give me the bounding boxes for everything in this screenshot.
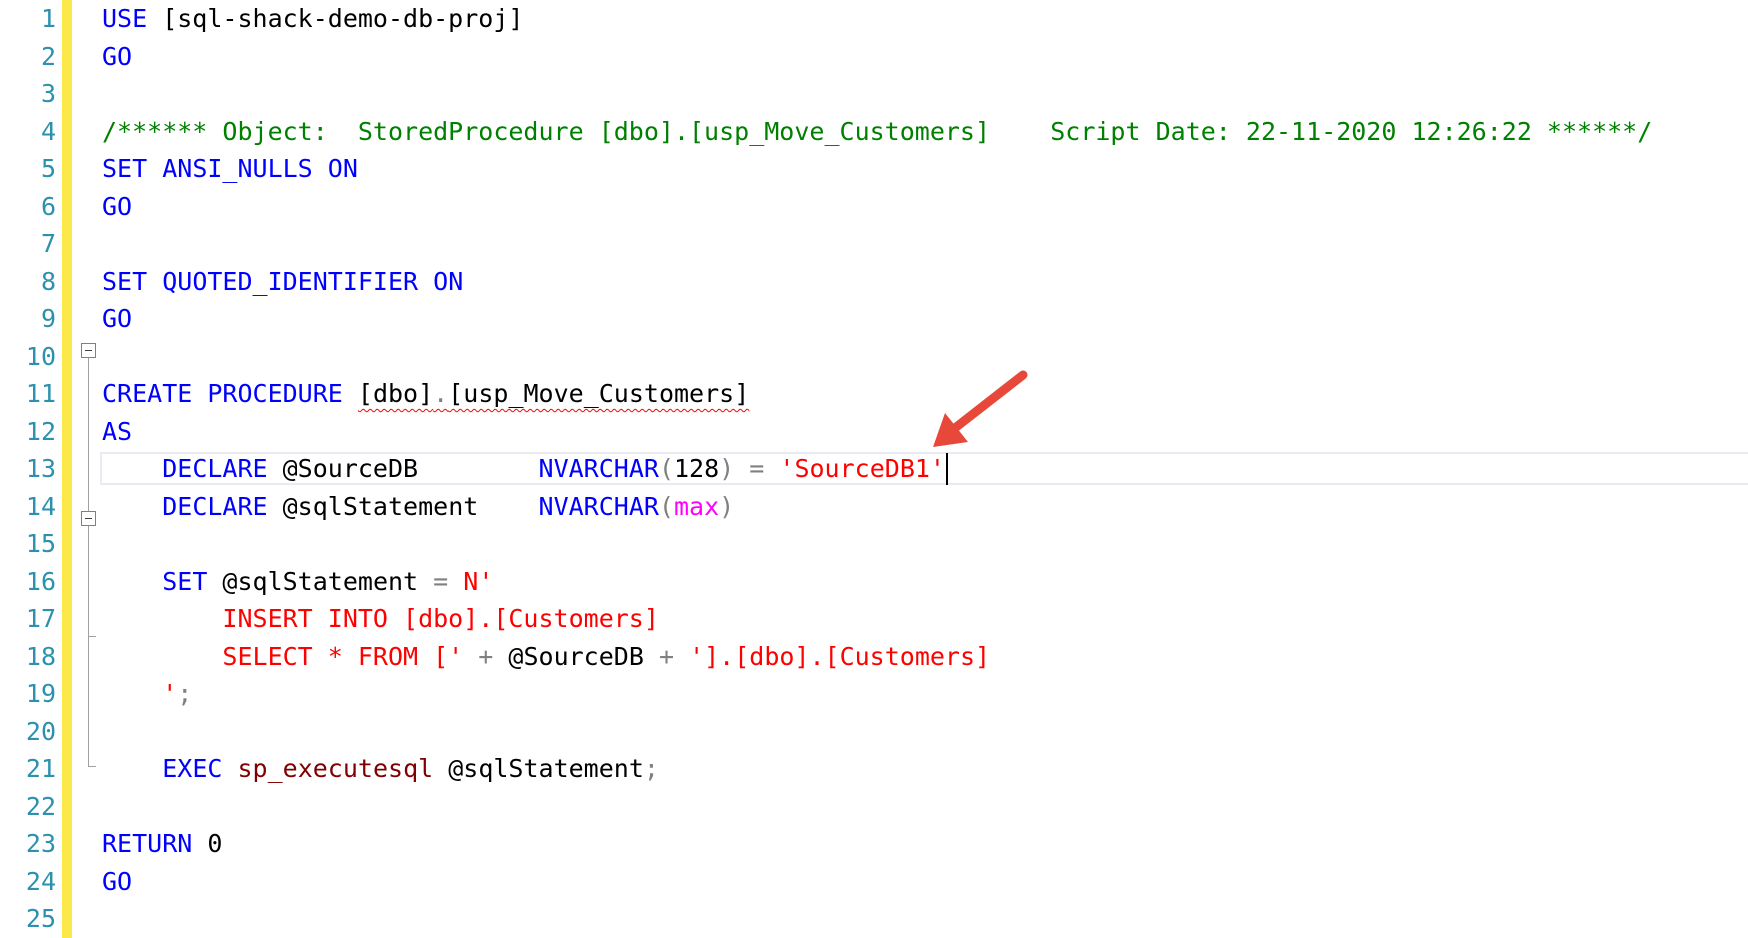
- code-editor[interactable]: 1 USE [sql-shack-demo-db-proj] 2 GO 3 4/*****…: [0, 0, 1748, 938]
- annotation-arrow: [933, 370, 1028, 447]
